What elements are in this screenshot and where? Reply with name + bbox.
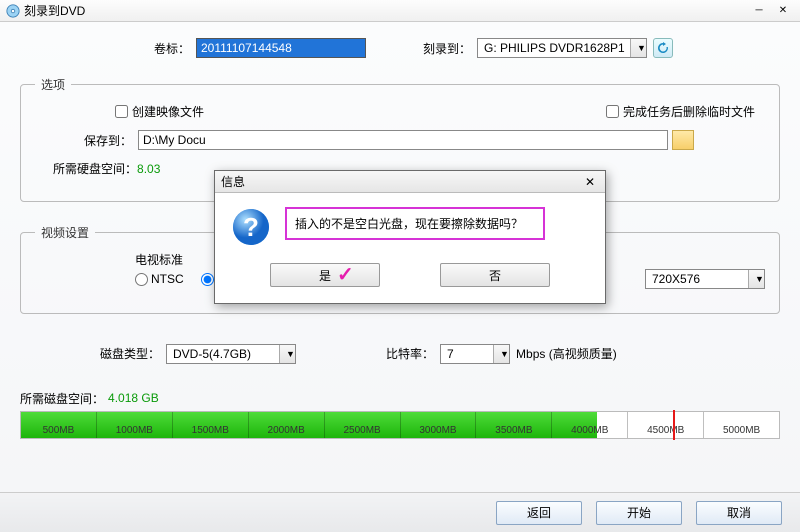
dialog-message: 插入的不是空白光盘，现在要擦除数据吗？ bbox=[285, 207, 545, 240]
yes-button[interactable]: 是 ✓ bbox=[270, 263, 380, 287]
modal-overlay: 信息 ✕ ? 插入的不是空白光盘，现在要擦除数据吗？ 是 ✓ 否 bbox=[0, 0, 800, 532]
info-dialog: 信息 ✕ ? 插入的不是空白光盘，现在要擦除数据吗？ 是 ✓ 否 bbox=[214, 170, 606, 304]
question-icon: ? bbox=[231, 207, 271, 247]
dialog-title: 信息 bbox=[221, 173, 245, 190]
svg-text:?: ? bbox=[243, 212, 259, 242]
no-button[interactable]: 否 bbox=[440, 263, 550, 287]
dialog-close-button[interactable]: ✕ bbox=[581, 175, 599, 189]
check-icon: ✓ bbox=[337, 262, 354, 287]
